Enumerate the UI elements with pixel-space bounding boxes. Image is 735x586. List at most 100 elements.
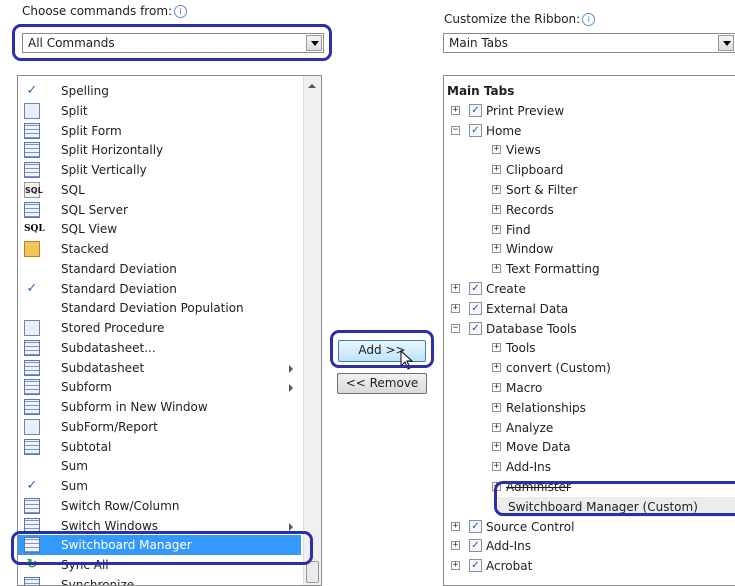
command-list-item[interactable]: Split Vertically: [18, 160, 301, 180]
remove-button[interactable]: << Remove: [337, 373, 427, 394]
customize-ribbon-dropdown[interactable]: Main Tabs: [443, 33, 735, 53]
chevron-right-icon: [289, 522, 293, 531]
collapse-icon[interactable]: −: [451, 323, 460, 333]
command-list-item[interactable]: Split Horizontally: [18, 140, 301, 160]
tree-tab-item[interactable]: + ✓ Acrobat: [444, 556, 735, 576]
tree-group-item[interactable]: + Text Formatting: [444, 259, 735, 279]
tree-group-item[interactable]: + Add-Ins: [444, 457, 735, 477]
command-list-item[interactable]: Stacked: [18, 239, 301, 259]
command-list-item[interactable]: Standard Deviation: [18, 259, 301, 279]
tree-tab-item[interactable]: + ✓ Print Preview: [444, 101, 735, 121]
tab-checkbox[interactable]: ✓: [469, 103, 482, 117]
tree-group-item[interactable]: + Sort & Filter: [444, 180, 735, 200]
command-list-item[interactable]: Switch Row/Column: [18, 496, 301, 516]
tree-group-item[interactable]: + Clipboard: [444, 160, 735, 180]
command-list-item[interactable]: Sum: [18, 456, 301, 476]
tab-checkbox[interactable]: ✓: [469, 282, 482, 295]
tab-checkbox[interactable]: ✓: [469, 321, 482, 335]
command-list-item[interactable]: ✓ Spelling: [18, 81, 301, 101]
tree-item-label: Window: [506, 242, 554, 257]
customize-ribbon-label-text: Customize the Ribbon:: [444, 12, 581, 26]
command-list-item[interactable]: SQL SQL View: [18, 219, 301, 239]
tree-tab-item[interactable]: − ✓ Home: [444, 121, 735, 141]
chevron-right-icon: [289, 364, 293, 373]
command-list-item[interactable]: ✓ Standard Deviation: [18, 279, 301, 299]
command-list-item[interactable]: Split: [18, 101, 301, 121]
expand-icon[interactable]: +: [492, 402, 501, 412]
command-list-item[interactable]: Stored Procedure: [18, 318, 301, 338]
synchronize-icon: [24, 576, 40, 585]
expand-icon[interactable]: +: [492, 363, 501, 373]
command-list-item[interactable]: Subtotal: [18, 437, 301, 457]
expand-icon[interactable]: +: [492, 244, 501, 254]
tab-checkbox[interactable]: ✓: [469, 301, 482, 315]
expand-icon[interactable]: +: [451, 541, 460, 551]
tree-group-item[interactable]: + Find: [444, 220, 735, 240]
tree-tab-item[interactable]: − ✓ Database Tools: [444, 319, 735, 339]
tab-checkbox[interactable]: ✓: [469, 559, 482, 573]
tree-group-item[interactable]: + Macro: [444, 378, 735, 398]
tree-tab-item[interactable]: + ✓ Source Control: [444, 517, 735, 537]
command-list-item[interactable]: Subform: [18, 377, 301, 397]
expand-icon[interactable]: +: [492, 185, 501, 194]
chevron-down-icon[interactable]: [718, 35, 734, 51]
expand-icon[interactable]: +: [451, 303, 460, 313]
tree-group-item[interactable]: + Move Data: [444, 437, 735, 457]
expand-icon[interactable]: +: [492, 145, 501, 155]
expand-icon[interactable]: +: [451, 105, 460, 115]
tree-item-label: Macro: [506, 381, 543, 395]
tree-group-item[interactable]: + Relationships: [444, 398, 735, 418]
expand-icon[interactable]: +: [492, 383, 501, 392]
command-label: Split: [61, 103, 88, 118]
tree-group-item[interactable]: + convert (Custom): [444, 358, 735, 378]
command-list-item[interactable]: Split Form: [18, 121, 301, 141]
expand-icon[interactable]: +: [492, 343, 501, 353]
command-list-item[interactable]: SQL SQL: [18, 180, 301, 200]
tree-tab-item[interactable]: + ✓ Create: [444, 279, 735, 299]
expand-icon[interactable]: +: [492, 264, 501, 274]
tree-tab-item[interactable]: + ✓ External Data: [444, 299, 735, 319]
command-list-item[interactable]: SubForm/Report: [18, 417, 301, 437]
tree-item-label: convert (Custom): [506, 361, 611, 376]
tree-group-item[interactable]: + Records: [444, 200, 735, 220]
command-list-item[interactable]: Subdatasheet: [18, 358, 301, 378]
tree-group-item[interactable]: + Window: [444, 239, 735, 259]
commands-list[interactable]: ✓ Spelling Split Split Form Split Horizontal…: [17, 75, 322, 586]
tab-checkbox[interactable]: ✓: [469, 519, 482, 533]
expand-icon[interactable]: +: [492, 224, 501, 234]
expand-icon[interactable]: +: [451, 521, 460, 531]
expand-icon[interactable]: +: [451, 284, 460, 293]
tree-group-item[interactable]: + Views: [444, 140, 735, 160]
commands-scrollbar[interactable]: [303, 76, 321, 585]
expand-icon[interactable]: +: [451, 561, 460, 571]
tree-tab-item[interactable]: + ✓ Add-Ins: [444, 536, 735, 556]
tab-checkbox[interactable]: ✓: [469, 123, 482, 137]
spelling-icon: ✓: [26, 83, 38, 98]
expand-icon[interactable]: +: [492, 442, 501, 452]
expand-icon[interactable]: +: [492, 165, 501, 175]
tree-item-label: Create: [486, 282, 526, 296]
command-list-item[interactable]: Subform in New Window: [18, 397, 301, 417]
command-list-item[interactable]: ✓ Sum: [18, 476, 301, 496]
collapse-icon[interactable]: −: [451, 125, 460, 135]
command-list-item[interactable]: Synchronize: [18, 575, 301, 585]
subform-report-icon: [24, 418, 40, 435]
command-list-item[interactable]: SQL Server: [18, 200, 301, 220]
scroll-thumb[interactable]: [306, 561, 319, 583]
command-label: Stored Procedure: [61, 321, 165, 335]
expand-icon[interactable]: +: [492, 422, 501, 432]
command-label: Sum: [61, 479, 88, 493]
command-label: Switch Row/Column: [61, 498, 180, 513]
command-list-item[interactable]: Standard Deviation Population: [18, 298, 301, 318]
checkmark-icon: ✓: [26, 478, 38, 493]
command-label: Subform in New Window: [61, 400, 208, 414]
expand-icon[interactable]: +: [492, 204, 501, 214]
command-label: Split Horizontally: [61, 143, 164, 158]
expand-icon[interactable]: +: [492, 462, 501, 472]
tree-group-item[interactable]: + Analyze: [444, 418, 735, 438]
command-list-item[interactable]: Subdatasheet...: [18, 338, 301, 358]
command-label: Split Form: [61, 123, 122, 138]
scroll-up-icon[interactable]: [308, 84, 316, 88]
tab-checkbox[interactable]: ✓: [469, 539, 482, 553]
tree-group-item[interactable]: + Tools: [444, 338, 735, 358]
